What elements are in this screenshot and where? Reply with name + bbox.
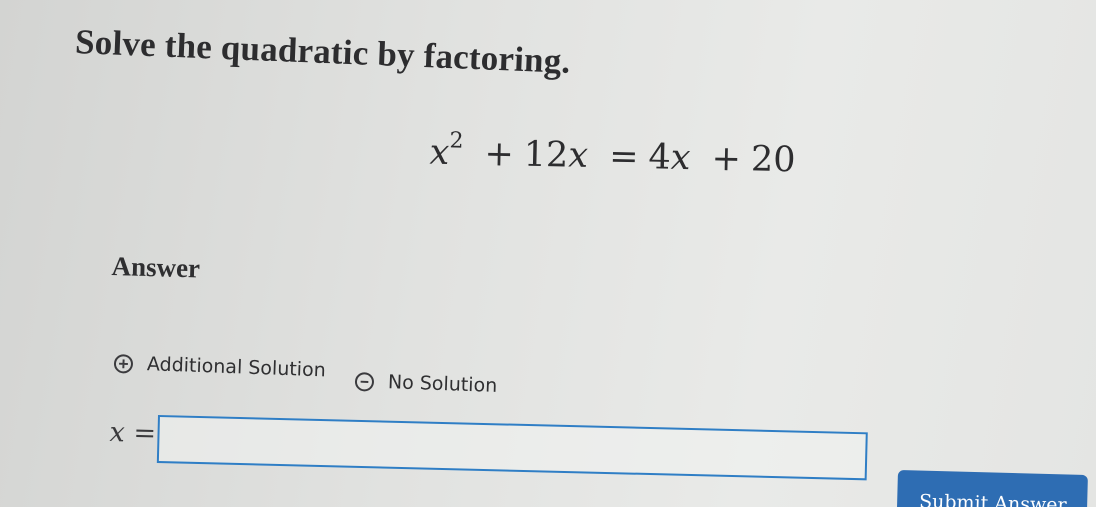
- additional-solution-label: Additional Solution: [146, 353, 327, 382]
- equation-lhs-term-var: x: [567, 135, 589, 176]
- submit-answer-button[interactable]: Submit Answer: [896, 470, 1088, 507]
- no-solution-label: No Solution: [387, 371, 498, 397]
- answer-label: Answer: [111, 251, 201, 284]
- additional-solution-button[interactable]: Additional Solution: [113, 352, 327, 382]
- answer-input[interactable]: [156, 415, 868, 481]
- equation-equals: =: [608, 136, 639, 178]
- equation-rhs-constant: 20: [750, 139, 796, 181]
- quadratic-equation: x2 +12x = 4x +20: [429, 128, 796, 181]
- plus-circle-icon: [113, 353, 134, 374]
- question-prompt: Solve the quadratic by factoring.: [74, 22, 572, 81]
- equation-plus: +: [484, 133, 515, 175]
- equation-rhs-coefficient: 4: [648, 137, 672, 178]
- answer-equals: =: [133, 417, 157, 450]
- equation-lhs-var: x: [429, 132, 450, 174]
- equation-lhs-coefficient: 12: [523, 134, 569, 176]
- equation-plus-2: +: [711, 138, 742, 180]
- equation-rhs-term-var: x: [670, 137, 691, 179]
- answer-variable-label: x =: [109, 417, 156, 449]
- no-solution-button[interactable]: No Solution: [354, 370, 498, 397]
- answer-var: x: [109, 417, 126, 449]
- equation-exponent: 2: [449, 128, 464, 154]
- question-page: Solve the quadratic by factoring. x2 +12…: [0, 0, 1096, 507]
- minus-circle-icon: [354, 371, 375, 392]
